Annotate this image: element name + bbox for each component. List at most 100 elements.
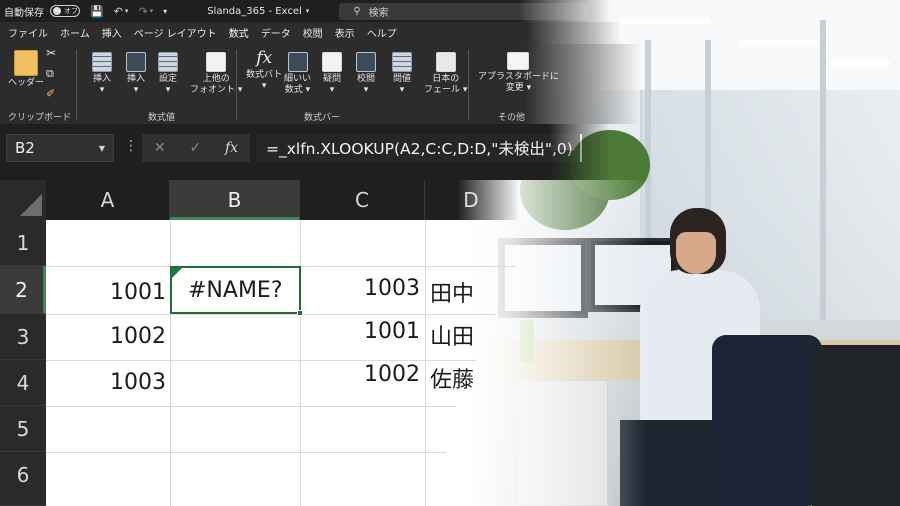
table-icon (92, 52, 112, 72)
cell-c4[interactable]: 1002 (310, 362, 420, 387)
autosave-toggle[interactable]: オフ (50, 5, 80, 17)
formula-input[interactable]: =_xlfn.XLOOKUP(A2,C:C,D:D,"未検出",0) (256, 134, 582, 162)
insert-button[interactable]: 挿入 ▾ (92, 52, 112, 96)
select-all-button[interactable] (0, 180, 46, 220)
dashboard-button[interactable]: アプラスタボードに 変更 ▾ (478, 52, 559, 94)
paste-button[interactable]: ヘッダー (8, 50, 44, 89)
insert-image-icon (126, 52, 146, 72)
chevron-down-icon[interactable]: ▾ (150, 7, 154, 15)
title-bar: 自動保存 オフ 💾 ↶ ▾ ↷ ▾ ▾ Slanda_365 - Excel ▾… (0, 0, 610, 22)
pulse-icon (507, 52, 530, 70)
gridline (46, 406, 456, 407)
cell-c2[interactable]: 1003 (310, 276, 420, 301)
column-header-d[interactable]: D (425, 180, 517, 220)
gridline (300, 220, 301, 506)
settings-button[interactable]: 設定 ▾ (158, 52, 178, 96)
row-header-5[interactable]: 5 (0, 406, 46, 452)
ribbon-tabs: ファイル ホーム 挿入 ページ レイアウト 数式 データ 校閲 表示 ヘルプ (0, 22, 620, 46)
chevron-down-icon[interactable]: ▼ (99, 144, 105, 153)
save-icon[interactable]: 💾 (90, 5, 104, 18)
japan-failure-button[interactable]: 日本の フェール ▾ (424, 52, 467, 96)
change-label: 変更 (505, 83, 524, 93)
formula-buttons: ✕ ✓ fx (142, 134, 250, 162)
format-painter-icon[interactable]: ✐ (46, 88, 55, 99)
cell-d3[interactable]: 山田 (430, 319, 474, 351)
insert-function-icon[interactable]: fx (225, 140, 238, 156)
group-separator (468, 50, 469, 120)
row-header-1[interactable]: 1 (0, 220, 46, 266)
column-header-a[interactable]: A (46, 180, 170, 220)
name-box[interactable]: B2 ▼ (6, 134, 114, 162)
question-value-label: 問値 (392, 74, 411, 84)
cell-a2[interactable]: 1001 (60, 280, 166, 305)
document-title: Slanda_365 - Excel (207, 5, 302, 17)
paste-icon (14, 50, 38, 76)
japan-label: 日本の (432, 74, 460, 84)
group-separator (76, 50, 77, 120)
chevron-down-icon[interactable]: ▾ (125, 7, 129, 15)
search-icon: ⚲ (353, 5, 361, 17)
fine-label-2: 数式 (284, 85, 303, 95)
cell-a4[interactable]: 1003 (60, 370, 166, 395)
tab-home[interactable]: ホーム (60, 25, 90, 42)
excel-window: 自動保存 オフ 💾 ↶ ▾ ↷ ▾ ▾ Slanda_365 - Excel ▾… (0, 0, 900, 506)
tab-formulas[interactable]: 数式 (228, 25, 249, 46)
toggle-knob (53, 7, 61, 15)
cell-d2[interactable]: 田中 (430, 276, 474, 308)
proofread-button[interactable]: 校閲 ▾ (356, 52, 376, 96)
question-button[interactable]: 疑問 ▾ (322, 52, 342, 96)
redo-icon[interactable]: ↷ (138, 5, 147, 18)
row-header-3[interactable]: 3 (0, 314, 46, 360)
active-cell-border (170, 266, 303, 316)
paste-label: ヘッダー (8, 78, 45, 88)
question-value-button[interactable]: 問値 ▾ (392, 52, 412, 96)
row-header-4[interactable]: 4 (0, 360, 46, 406)
dashboard-label: アプラスタボードに (478, 72, 559, 82)
gridline (425, 220, 426, 506)
search-box[interactable]: ⚲ 検索 (339, 2, 590, 20)
insert-label: 挿入 (92, 74, 111, 84)
enter-icon[interactable]: ✓ (189, 140, 201, 156)
question-label: 疑問 (322, 74, 341, 84)
tab-view[interactable]: 表示 (335, 25, 355, 42)
cell-d4[interactable]: 佐藤 (430, 362, 474, 394)
more-options-icon[interactable]: ⋮ (124, 138, 138, 154)
column-header-c[interactable]: C (300, 180, 425, 220)
error-indicator-icon[interactable] (172, 268, 182, 278)
tab-data[interactable]: データ (261, 25, 291, 42)
copy-icon[interactable]: ⧉ (46, 68, 54, 79)
insert-2-button[interactable]: 挿入 ▾ (126, 52, 146, 96)
cell-a3[interactable]: 1002 (60, 324, 166, 349)
fx-button[interactable]: fx 数式バト ▾ (246, 48, 282, 92)
fine-button[interactable]: 細いい 数式 ▾ (284, 52, 311, 96)
cell-c3[interactable]: 1001 (310, 319, 420, 344)
worksheet: A B C D 1 2 3 4 5 6 1001 #NAME? 1003 田中 … (0, 180, 900, 506)
tab-insert[interactable]: 挿入 (102, 25, 122, 42)
cut-icon[interactable]: ✂ (46, 47, 56, 59)
tab-page-layout[interactable]: ページ レイアウト (134, 25, 217, 42)
top-font-label-2: フォオント (190, 85, 236, 95)
undo-icon[interactable]: ↶ (114, 5, 123, 18)
values-group-label: 数式値 (148, 113, 176, 123)
group-separator (236, 50, 237, 120)
chevron-down-icon[interactable]: ▾ (306, 7, 310, 15)
grid-icon (392, 52, 412, 72)
insert-2-label: 挿入 (126, 74, 145, 84)
row-header-6[interactable]: 6 (0, 452, 46, 506)
tab-review[interactable]: 校閲 (303, 25, 323, 42)
customize-toolbar-icon[interactable]: ▾ (163, 7, 167, 16)
tab-help[interactable]: ヘルプ (367, 25, 397, 42)
row-header-2[interactable]: 2 (0, 266, 46, 314)
fx-icon: fx (256, 48, 273, 68)
fine-icon (287, 52, 308, 72)
tab-file[interactable]: ファイル (8, 25, 48, 42)
cancel-icon[interactable]: ✕ (154, 140, 166, 156)
top-font-button[interactable]: 上他の フォオント ▾ (190, 52, 242, 96)
column-header-b[interactable]: B (170, 180, 300, 220)
gridline (46, 360, 476, 361)
ribbon: ヘッダー ✂ ⧉ ✐ クリップボード 挿入 ▾ 挿入 ▾ 設定 ▾ 上他の フォオント… (0, 44, 640, 124)
fill-handle[interactable] (297, 310, 303, 316)
fx-label: 数式バト (246, 70, 283, 80)
clipboard-group-label: クリップボード (8, 113, 72, 123)
autosave-label: 自動保存 (4, 7, 44, 19)
